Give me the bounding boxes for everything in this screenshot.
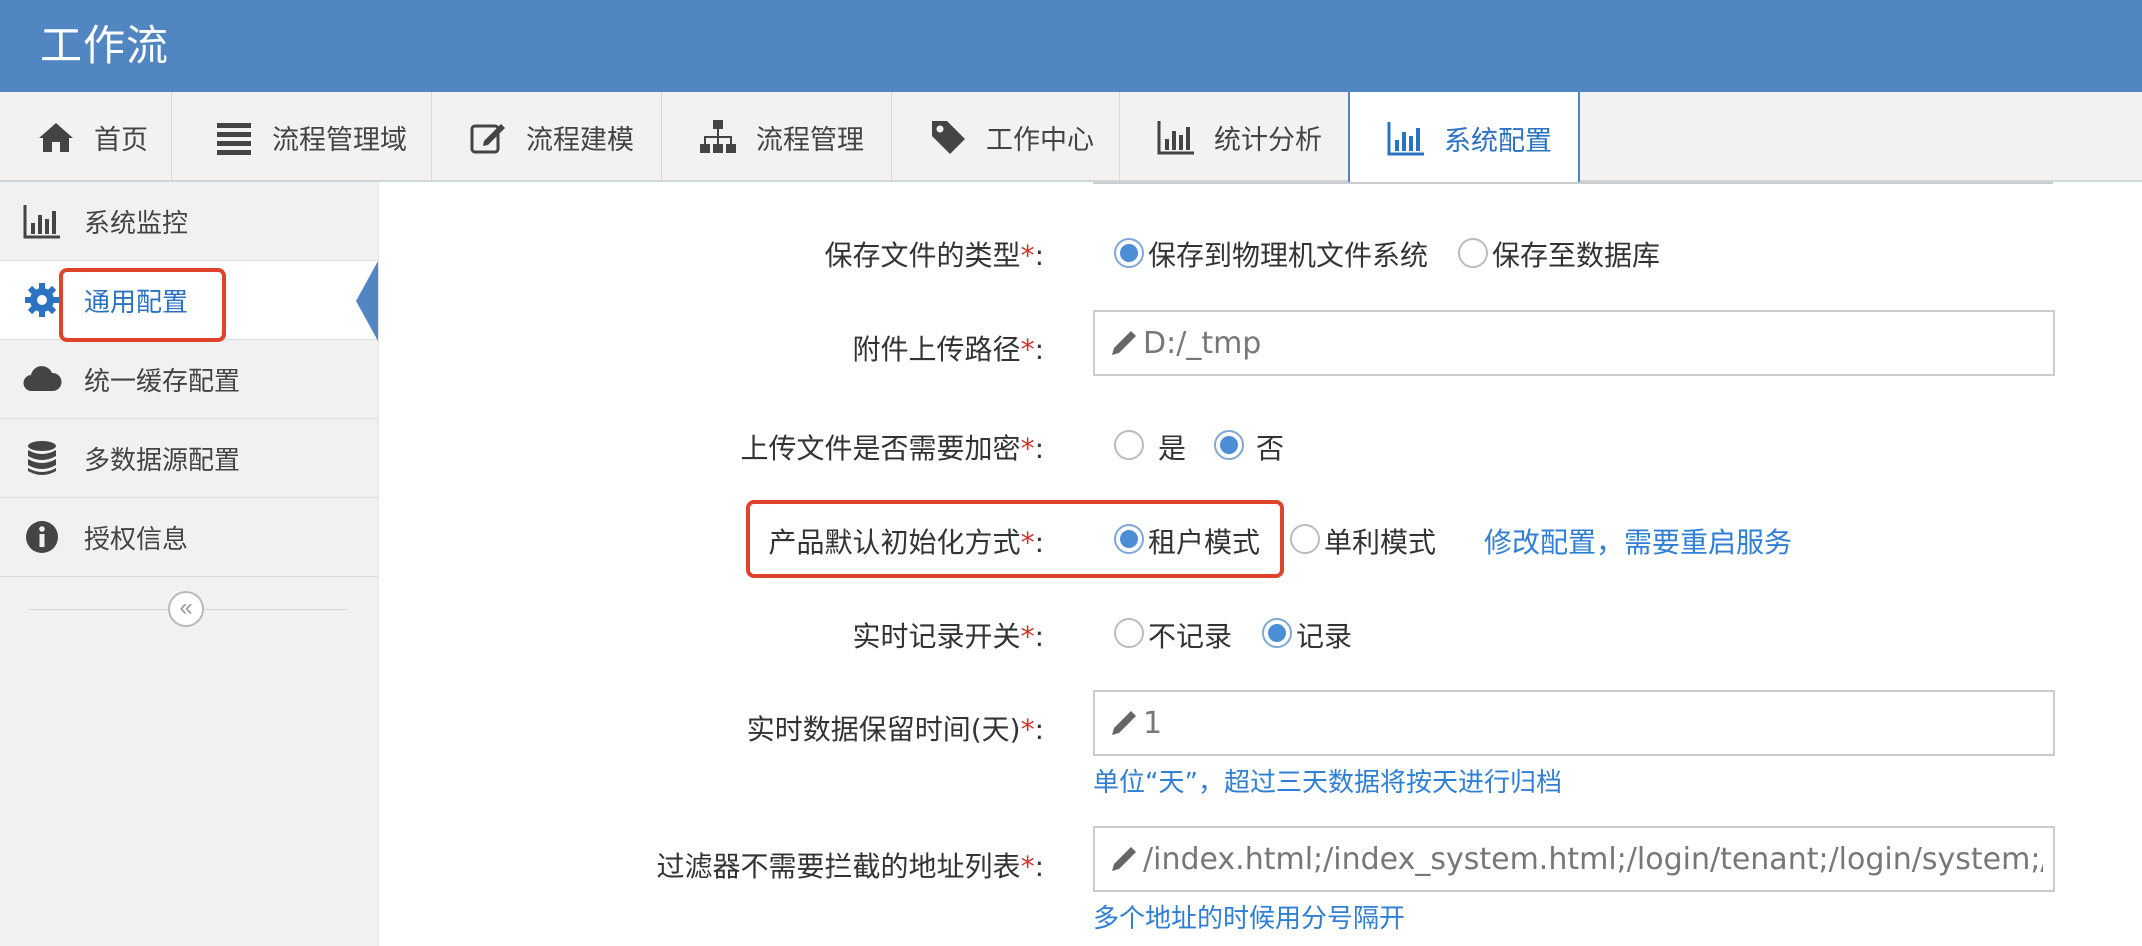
nav-item-label: 流程管理域 [272,124,407,156]
sidebar-item-label: 授权信息 [84,524,189,555]
bar-chart-icon [1387,122,1424,156]
radio-label: 租户模式 [1148,526,1261,559]
radio-no-record[interactable] [1114,618,1144,648]
filter-urls-hint: 多个地址的时候用分号隔开 [1093,904,1406,934]
top-nav: 首页 流程管理域 流程建模 流程管理 工作中心 统计分析 系统配置 [0,92,2142,184]
radio-label: 不记录 [1148,620,1233,653]
radio-save-to-database[interactable] [1458,238,1488,268]
bar-chart-icon [1157,121,1194,155]
cloud-icon [23,366,62,392]
filter-urls-label: 过滤器不需要拦截的地址列表*: [656,850,1044,883]
radio-single-mode[interactable] [1290,524,1320,554]
nav-item-process-domain[interactable]: 流程管理域 [172,92,432,182]
radio-label: 单利模式 [1324,526,1437,559]
radio-label: 是 [1158,432,1187,465]
sidebar-item-license-info[interactable]: 授权信息 [0,498,378,577]
section-divider [1093,182,2053,184]
pencil-icon [1112,847,1136,871]
radio-label: 记录 [1296,620,1353,653]
upload-path-field[interactable] [1093,310,2055,376]
pencil-icon [1112,711,1136,735]
nav-item-process-management[interactable]: 流程管理 [662,92,892,182]
list-icon [217,123,251,155]
nav-item-system-config[interactable]: 系统配置 [1348,92,1580,184]
sidebar-item-datasource-config[interactable]: 多数据源配置 [0,419,378,498]
gear-icon [25,283,59,317]
radio-save-to-filesystem[interactable] [1114,238,1144,268]
collapse-sidebar-button[interactable]: « [168,591,204,627]
radio-label: 保存至数据库 [1492,239,1661,272]
upload-path-input[interactable] [1143,320,2043,366]
active-indicator [356,261,378,341]
database-icon [28,441,56,475]
radio-tenant-mode[interactable] [1114,524,1144,554]
app-title: 工作流 [40,21,170,70]
retention-days-hint: 单位“天”，超过三天数据将按天进行归档 [1093,768,1562,798]
upload-path-label: 附件上传路径*: [852,333,1044,366]
retention-days-label: 实时数据保留时间(天)*: [746,713,1044,746]
app-header: 工作流 [0,0,2142,92]
sidebar-item-system-monitor[interactable]: 系统监控 [0,182,378,261]
filter-urls-input[interactable] [1143,836,2043,882]
encrypt-label: 上传文件是否需要加密*: [740,432,1044,465]
sidebar-item-label: 统一缓存配置 [84,366,241,397]
sidebar-item-label: 系统监控 [84,208,189,239]
nav-item-work-center[interactable]: 工作中心 [892,92,1120,182]
filter-urls-field[interactable] [1093,826,2055,892]
radio-label: 否 [1256,432,1285,465]
nav-item-process-modeling[interactable]: 流程建模 [432,92,662,182]
sidebar-item-cache-config[interactable]: 统一缓存配置 [0,340,378,419]
info-icon [26,521,58,553]
retention-days-input[interactable] [1143,700,2043,746]
restart-config-link[interactable]: 修改配置，需要重启服务 [1484,521,1792,561]
highlight-box-sidebar [59,268,226,342]
pencil-icon [1112,331,1136,355]
realtime-record-label: 实时记录开关*: [852,620,1044,653]
radio-encrypt-yes[interactable] [1114,430,1144,460]
nav-item-label: 首页 [94,124,148,156]
nav-item-label: 流程管理 [756,124,864,156]
radio-encrypt-no[interactable] [1214,430,1244,460]
bar-chart-icon [23,205,60,239]
nav-item-label: 流程建模 [526,124,634,156]
sidebar-item-label: 多数据源配置 [84,445,241,476]
nav-item-label: 系统配置 [1444,125,1552,157]
nav-item-label: 工作中心 [986,124,1094,156]
home-icon [39,123,73,152]
radio-record[interactable] [1262,618,1292,648]
edit-icon [470,124,505,154]
nav-item-label: 统计分析 [1214,124,1322,156]
radio-label: 保存到物理机文件系统 [1148,239,1429,272]
retention-days-field[interactable] [1093,690,2055,756]
nav-item-statistics[interactable]: 统计分析 [1120,92,1350,182]
nav-item-home[interactable]: 首页 [0,92,172,182]
sitemap-icon [700,120,736,153]
tag-icon [932,121,965,154]
file-type-label: 保存文件的类型*: [824,239,1044,272]
init-mode-label: 产品默认初始化方式*: [768,526,1044,559]
double-chevron-left-icon: « [179,594,193,621]
